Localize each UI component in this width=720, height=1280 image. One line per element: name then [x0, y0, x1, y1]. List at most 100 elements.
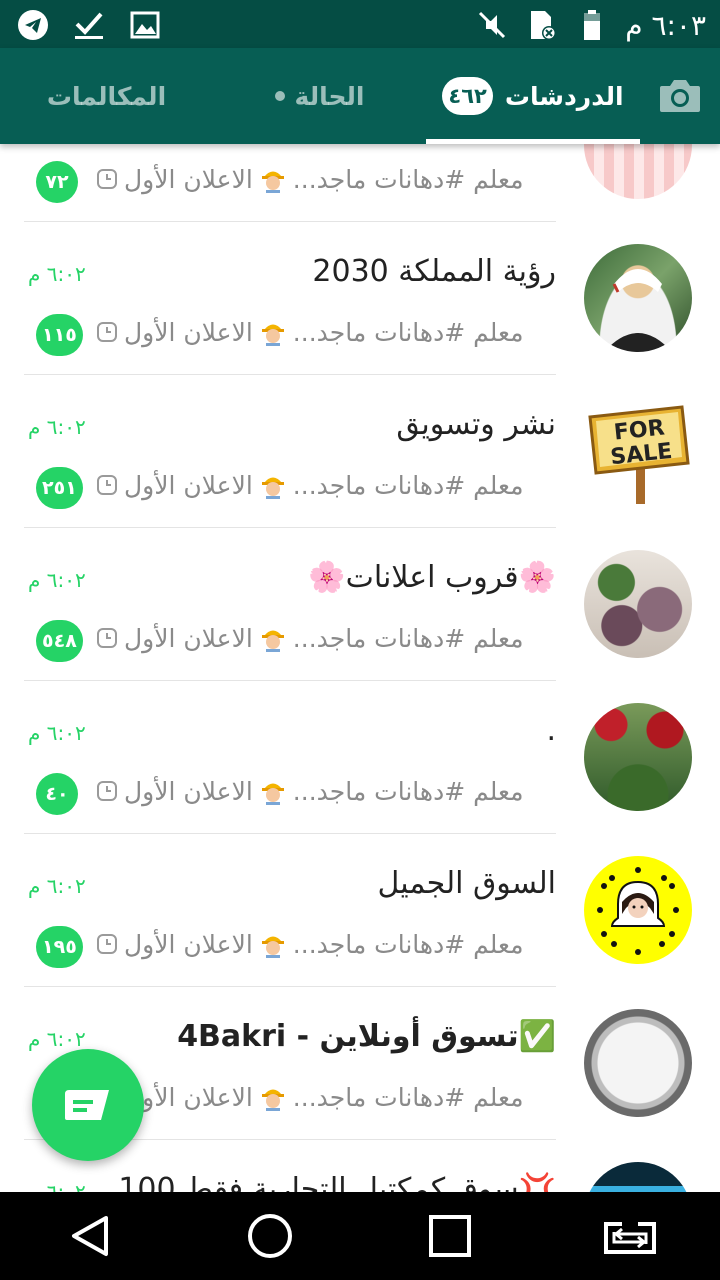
construction-worker-icon — [261, 477, 284, 499]
chat-title: 💢سوق كمكتيل التجارية فقط 100 — [118, 1172, 556, 1192]
new-chat-button[interactable] — [32, 1049, 144, 1161]
chats-unread-badge: ٤٦٢ — [442, 77, 493, 115]
tab-status[interactable]: الحالة — [213, 48, 426, 144]
construction-worker-icon — [261, 936, 284, 958]
back-button[interactable] — [50, 1196, 130, 1276]
avatar — [584, 1162, 692, 1192]
home-button[interactable] — [230, 1196, 310, 1276]
preview-text: معلم #دهانات ماجد... — [292, 776, 524, 806]
chat-preview: الاعلان الأول معلم #دهانات ماجد... — [96, 467, 556, 503]
clock-icon — [97, 934, 117, 954]
clock-icon — [97, 169, 117, 189]
unread-badge: ٤٠ — [36, 773, 78, 815]
unread-badge: ٧٢ — [36, 161, 78, 203]
preview-text: معلم #دهانات ماجد... — [292, 317, 524, 347]
recents-button[interactable] — [410, 1196, 490, 1276]
tab-calls[interactable]: المكالمات — [0, 48, 213, 144]
chat-row[interactable]: الاعلان الأول معلم #دهانات ماجد... ٧٢ — [0, 144, 720, 222]
chat-row[interactable]: FOR SALE نشر وتسويق ٦:٠٢ م الاعلان الأول… — [0, 375, 720, 528]
chat-row[interactable]: رؤية المملكة 2030 ٦:٠٢ م الاعلان الأول م… — [0, 222, 720, 375]
chat-time: ٦:٠٢ م — [28, 415, 86, 439]
chat-row[interactable]: السوق الجميل ٦:٠٢ م الاعلان الأول معلم #… — [0, 834, 720, 987]
chat-time: ٦:٠٢ م — [28, 1027, 86, 1051]
preview-text: معلم #دهانات ماجد... — [292, 623, 524, 653]
chat-row[interactable]: 🌸قروب اعلانات🌸 ٦:٠٢ م الاعلان الأول معلم… — [0, 528, 720, 681]
chat-title: ✅تسوق أونلاين - 4Bakri — [177, 1019, 556, 1054]
chat-title: السوق الجميل — [377, 866, 556, 901]
status-bar-notifications — [16, 8, 162, 42]
rotate-button[interactable] — [590, 1196, 670, 1276]
camera-icon — [660, 80, 700, 112]
new-chat-icon — [65, 1090, 109, 1120]
preview-prefix: الاعلان الأول — [124, 317, 253, 347]
preview-prefix: الاعلان الأول — [124, 776, 253, 806]
chat-title: نشر وتسويق — [396, 407, 556, 442]
preview-text: معلم #دهانات ماجد... — [292, 929, 524, 959]
construction-worker-icon — [261, 1089, 284, 1111]
avatar — [584, 144, 692, 199]
chat-preview: الاعلان الأول معلم #دهانات ماجد... — [96, 314, 556, 350]
preview-text: معلم #دهانات ماجد... — [292, 164, 524, 194]
rotate-icon — [604, 1218, 656, 1254]
clock: ٦:٠٣ م — [625, 8, 706, 42]
preview-text: معلم #دهانات ماجد... — [292, 470, 524, 500]
construction-worker-icon — [261, 630, 284, 652]
avatar — [584, 1009, 692, 1117]
app-bar: المكالمات الحالة الدردشات ٤٦٢ — [0, 48, 720, 144]
mute-icon — [475, 8, 509, 42]
clock-icon — [97, 475, 117, 495]
chat-time: ٦:٠٢ م — [28, 568, 86, 592]
recents-icon — [429, 1215, 471, 1257]
clock-icon — [97, 781, 117, 801]
unread-badge: ١٩٥ — [36, 926, 83, 968]
chat-time: ٦:٠٢ م — [28, 1180, 86, 1192]
preview-prefix: الاعلان الأول — [124, 929, 253, 959]
home-icon — [248, 1214, 292, 1258]
unread-badge: ٥٤٨ — [36, 620, 83, 662]
avatar — [584, 856, 692, 964]
tab-calls-label: المكالمات — [46, 81, 167, 111]
avatar: FOR SALE — [584, 397, 692, 505]
image-icon — [128, 8, 162, 42]
construction-worker-icon — [261, 783, 284, 805]
chat-time: ٦:٠٢ م — [28, 874, 86, 898]
download-done-icon — [72, 8, 106, 42]
chat-preview: الاعلان الأول معلم #دهانات ماجد... — [96, 161, 556, 197]
chat-preview: الاعلان الأول معلم #دهانات ماجد... — [96, 620, 556, 656]
telegram-icon — [16, 8, 50, 42]
clock-icon — [97, 628, 117, 648]
chat-list: الاعلان الأول معلم #دهانات ماجد... ٧٢ رؤ… — [0, 144, 720, 1192]
preview-prefix: الاعلان الأول — [124, 623, 253, 653]
chat-time: ٦:٠٢ م — [28, 721, 86, 745]
sim-error-icon — [525, 8, 559, 42]
construction-worker-icon — [261, 324, 284, 346]
portrait-graphic — [604, 269, 672, 352]
construction-worker-icon — [261, 171, 284, 193]
back-icon — [72, 1216, 108, 1256]
status-update-dot — [274, 91, 285, 101]
chat-time: ٦:٠٢ م — [28, 262, 86, 286]
preview-prefix: الاعلان الأول — [124, 470, 253, 500]
clock-icon — [97, 322, 117, 342]
battery-icon — [575, 8, 609, 42]
chat-title: رؤية المملكة 2030 — [312, 254, 556, 289]
avatar — [584, 703, 692, 811]
chat-preview: الاعلان الأول معلم #دهانات ماجد... — [96, 926, 556, 962]
preview-text: معلم #دهانات ماجد... — [292, 1082, 524, 1112]
chat-row[interactable]: . ٦:٠٢ م الاعلان الأول معلم #دهانات ماجد… — [0, 681, 720, 834]
chat-title: 🌸قروب اعلانات🌸 — [308, 560, 556, 595]
tab-chats[interactable]: الدردشات ٤٦٢ — [426, 48, 640, 144]
status-bar-system: ٦:٠٣ م — [475, 8, 706, 42]
snapcode-graphic — [597, 867, 679, 955]
chat-title: . — [546, 713, 556, 748]
chat-preview: الاعلان الأول معلم #دهانات ماجد... — [96, 773, 556, 809]
chat-preview: الاعلان الأول معلم #دهانات ماجد... — [96, 1079, 556, 1115]
unread-badge: ٢٥١ — [36, 467, 83, 509]
avatar — [584, 244, 692, 352]
tab-indicator — [426, 139, 640, 144]
unread-badge: ١١٥ — [36, 314, 83, 356]
system-nav-bar — [0, 1192, 720, 1280]
for-sale-sign-icon: FOR SALE — [588, 405, 690, 504]
tab-camera[interactable] — [640, 48, 720, 144]
tab-chats-label: الدردشات — [504, 81, 624, 111]
